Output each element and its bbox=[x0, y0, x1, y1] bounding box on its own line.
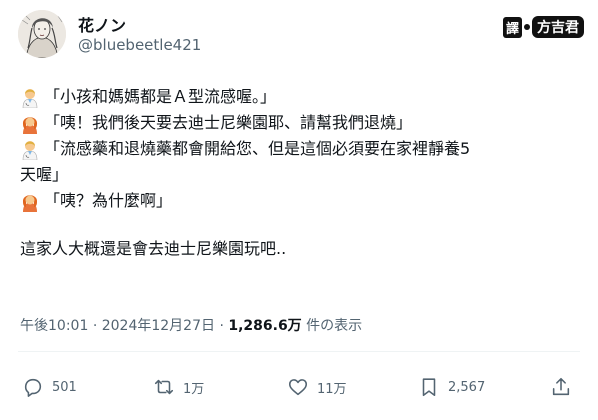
author-name[interactable]: 花ノン bbox=[78, 12, 126, 36]
watermark-box: 譯 bbox=[502, 16, 522, 38]
tweet-card: 花ノン @bluebeetle421 譯 方吉君 「小孩和媽媽都是Ａ型流感喔。」 bbox=[0, 0, 598, 420]
watermark-dot-icon bbox=[524, 24, 530, 30]
divider bbox=[18, 351, 580, 352]
dialogue-text: 「流感藥和退燒藥都會開給您、但是這個必須要在家裡靜養5 bbox=[44, 139, 471, 158]
doctor-emoji-icon bbox=[22, 89, 38, 108]
view-label: 件の表示 bbox=[306, 318, 363, 334]
reply-icon bbox=[24, 378, 42, 397]
closing-line: 這家人大概還是會去迪士尼樂園玩吧.. bbox=[20, 236, 580, 262]
heart-icon bbox=[288, 379, 308, 396]
dialogue-text: 「小孩和媽媽都是Ａ型流感喔。」 bbox=[44, 87, 277, 106]
tweet-meta: 午後10:01 · 2024年12月27日 · 1,286.6万 件の表示 bbox=[20, 315, 362, 335]
action-bar: 501 1万 11万 2,567 bbox=[22, 376, 582, 404]
view-count: 1,286.6万 bbox=[228, 318, 302, 334]
dialogue-line: 「小孩和媽媽都是Ａ型流感喔。」 bbox=[20, 84, 580, 110]
tweet-text: 「小孩和媽媽都是Ａ型流感喔。」 「咦！我們後天要去迪士尼樂園耶、請幫我們退燒」 … bbox=[20, 84, 580, 262]
translator-watermark: 譯 方吉君 bbox=[502, 16, 584, 38]
reply-button[interactable]: 501 bbox=[22, 376, 77, 398]
repost-count: 1万 bbox=[183, 381, 205, 397]
woman-emoji-icon bbox=[22, 195, 38, 212]
watermark-name: 方吉君 bbox=[532, 16, 584, 38]
like-button[interactable]: 11万 bbox=[287, 376, 347, 398]
closing-text: 這家人大概還是會去迪士尼樂園玩吧.. bbox=[20, 239, 287, 258]
share-icon bbox=[552, 377, 570, 396]
bookmark-button[interactable]: 2,567 bbox=[418, 376, 485, 398]
dialogue-line-continuation: 天喔」 bbox=[20, 162, 580, 188]
dialogue-text: 「咦！我們後天要去迪士尼樂園耶、請幫我們退燒」 bbox=[44, 113, 413, 132]
dialogue-text: 天喔」 bbox=[20, 165, 69, 184]
repost-button[interactable]: 1万 bbox=[153, 376, 204, 398]
dialogue-line: 「咦？為什麼啊」 bbox=[20, 188, 580, 214]
doctor-emoji-icon bbox=[22, 141, 38, 160]
dialogue-text: 「咦？為什麼啊」 bbox=[44, 191, 173, 210]
tweet-time[interactable]: 午後10:01 bbox=[20, 318, 88, 334]
reply-count: 501 bbox=[52, 379, 77, 395]
bookmark-icon bbox=[422, 378, 436, 397]
share-button[interactable] bbox=[550, 376, 572, 398]
like-count: 11万 bbox=[317, 381, 347, 397]
meta-separator: · bbox=[92, 318, 98, 334]
tweet-date[interactable]: 2024年12月27日 bbox=[102, 318, 215, 334]
meta-separator: · bbox=[219, 318, 224, 334]
woman-emoji-icon bbox=[22, 117, 38, 134]
avatar[interactable] bbox=[18, 10, 66, 58]
repost-icon bbox=[154, 379, 174, 395]
dialogue-line: 「流感藥和退燒藥都會開給您、但是這個必須要在家裡靜養5 bbox=[20, 136, 580, 162]
author-handle[interactable]: @bluebeetle421 bbox=[78, 36, 201, 54]
dialogue-line: 「咦！我們後天要去迪士尼樂園耶、請幫我們退燒」 bbox=[20, 110, 580, 136]
sketch-portrait-avatar-icon bbox=[18, 10, 66, 58]
bookmark-count: 2,567 bbox=[448, 379, 486, 395]
